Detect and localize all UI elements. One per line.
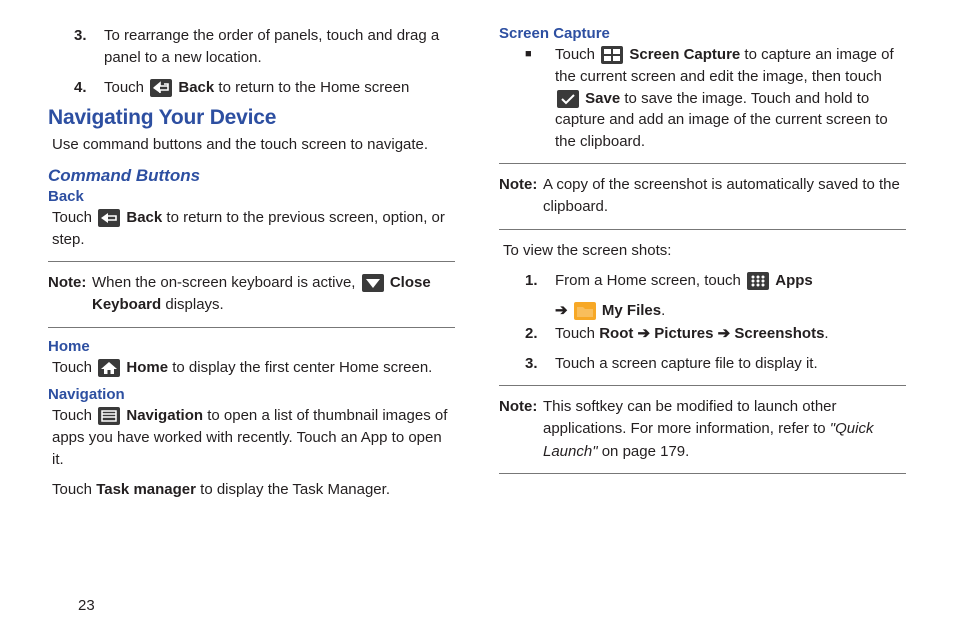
home-icon [98, 359, 120, 377]
bold-label: Root [599, 325, 633, 342]
close-keyboard-icon [362, 274, 384, 292]
text: to display the Task Manager. [196, 481, 390, 498]
left-column: 3. To rearrange the order of panels, tou… [48, 25, 455, 616]
list-number: 1. [525, 270, 555, 292]
note-label: Note: [48, 272, 92, 317]
text: From a Home screen, touch [555, 272, 745, 289]
back-icon [150, 79, 172, 97]
bold-label: My Files [602, 302, 661, 319]
home-paragraph: Touch Home to display the first center H… [52, 357, 455, 379]
text: Touch [52, 481, 96, 498]
note-text: When the on-screen keyboard is active, C… [92, 272, 455, 317]
text: to return to the Home screen [214, 79, 409, 96]
bold-label: Back [126, 209, 162, 226]
arrow-text: ➔ [633, 325, 654, 342]
bold-label: Navigation [126, 407, 203, 424]
screen-capture-icon [601, 46, 623, 64]
bold-label: Back [178, 79, 214, 96]
text: Touch [555, 46, 599, 63]
list-text: To rearrange the order of panels, touch … [104, 25, 455, 69]
note-label: Note: [499, 396, 543, 464]
bold-label: Home [126, 359, 168, 376]
heading-command-buttons: Command Buttons [48, 166, 455, 186]
intro-text: Use command buttons and the touch screen… [52, 134, 455, 156]
step-3: 3. Touch a screen capture file to displa… [525, 353, 906, 375]
bullet-screen-capture: ■ Touch Screen Capture to capture an ima… [525, 44, 906, 153]
text: Touch [52, 209, 96, 226]
apps-icon [747, 272, 769, 290]
heading-navigation: Navigation [48, 386, 455, 403]
bold-label: Screen Capture [629, 46, 740, 63]
heading-navigating: Navigating Your Device [48, 106, 455, 130]
note-softkey: Note: This softkey can be modified to la… [499, 385, 906, 475]
bold-label: Save [585, 90, 620, 107]
text: . [824, 325, 828, 342]
folder-icon [574, 302, 596, 320]
bold-label: Apps [775, 272, 813, 289]
list-text: Touch Root ➔ Pictures ➔ Screenshots. [555, 323, 906, 345]
step-2: 2. Touch Root ➔ Pictures ➔ Screenshots. [525, 323, 906, 345]
bold-label: Screenshots [734, 325, 824, 342]
list-text: Touch Back to return to the Home screen [104, 77, 455, 99]
list-text: Touch a screen capture file to display i… [555, 353, 906, 375]
text: on page 179. [598, 443, 690, 460]
bold-label: Task manager [96, 481, 196, 498]
back-paragraph: Touch Back to return to the previous scr… [52, 207, 455, 251]
bullet-text: Touch Screen Capture to capture an image… [555, 44, 906, 153]
page-number: 23 [78, 597, 95, 614]
text: Touch [52, 359, 96, 376]
text: Touch [104, 79, 148, 96]
step-1: 1. From a Home screen, touch Apps [525, 270, 906, 292]
text: When the on-screen keyboard is active, [92, 274, 360, 291]
text: . [661, 302, 665, 319]
note-text: A copy of the screenshot is automaticall… [543, 174, 906, 219]
list-number: 4. [74, 77, 104, 99]
text: displays. [161, 296, 224, 313]
bold-label: Pictures [654, 325, 713, 342]
heading-home: Home [48, 338, 455, 355]
list-item-4: 4. Touch Back to return to the Home scre… [74, 77, 455, 99]
view-intro: To view the screen shots: [503, 240, 906, 262]
arrow-icon: ➔ [555, 302, 568, 319]
back-icon [98, 209, 120, 227]
list-number: 3. [74, 25, 104, 69]
bullet-mark: ■ [525, 44, 555, 153]
navigation-paragraph: Touch Navigation to open a list of thumb… [52, 405, 455, 470]
task-manager-paragraph: Touch Task manager to display the Task M… [52, 479, 455, 501]
arrow-text: ➔ [713, 325, 734, 342]
note-clipboard: Note: A copy of the screenshot is automa… [499, 163, 906, 230]
text: Touch [555, 325, 599, 342]
text: Touch [52, 407, 96, 424]
note-close-keyboard: Note: When the on-screen keyboard is act… [48, 261, 455, 328]
list-number: 2. [525, 323, 555, 345]
heading-screen-capture: Screen Capture [499, 25, 906, 42]
step-1-continued: ➔ My Files. [555, 299, 906, 323]
note-text: This softkey can be modified to launch o… [543, 396, 906, 464]
list-item-3: 3. To rearrange the order of panels, tou… [74, 25, 455, 69]
heading-back: Back [48, 188, 455, 205]
note-label: Note: [499, 174, 543, 219]
text: to display the first center Home screen. [168, 359, 432, 376]
list-text: From a Home screen, touch Apps [555, 270, 906, 292]
list-number: 3. [525, 353, 555, 375]
text: This softkey can be modified to launch o… [543, 398, 837, 438]
save-check-icon [557, 90, 579, 108]
navigation-icon [98, 407, 120, 425]
right-column: Screen Capture ■ Touch Screen Capture to… [499, 25, 906, 616]
